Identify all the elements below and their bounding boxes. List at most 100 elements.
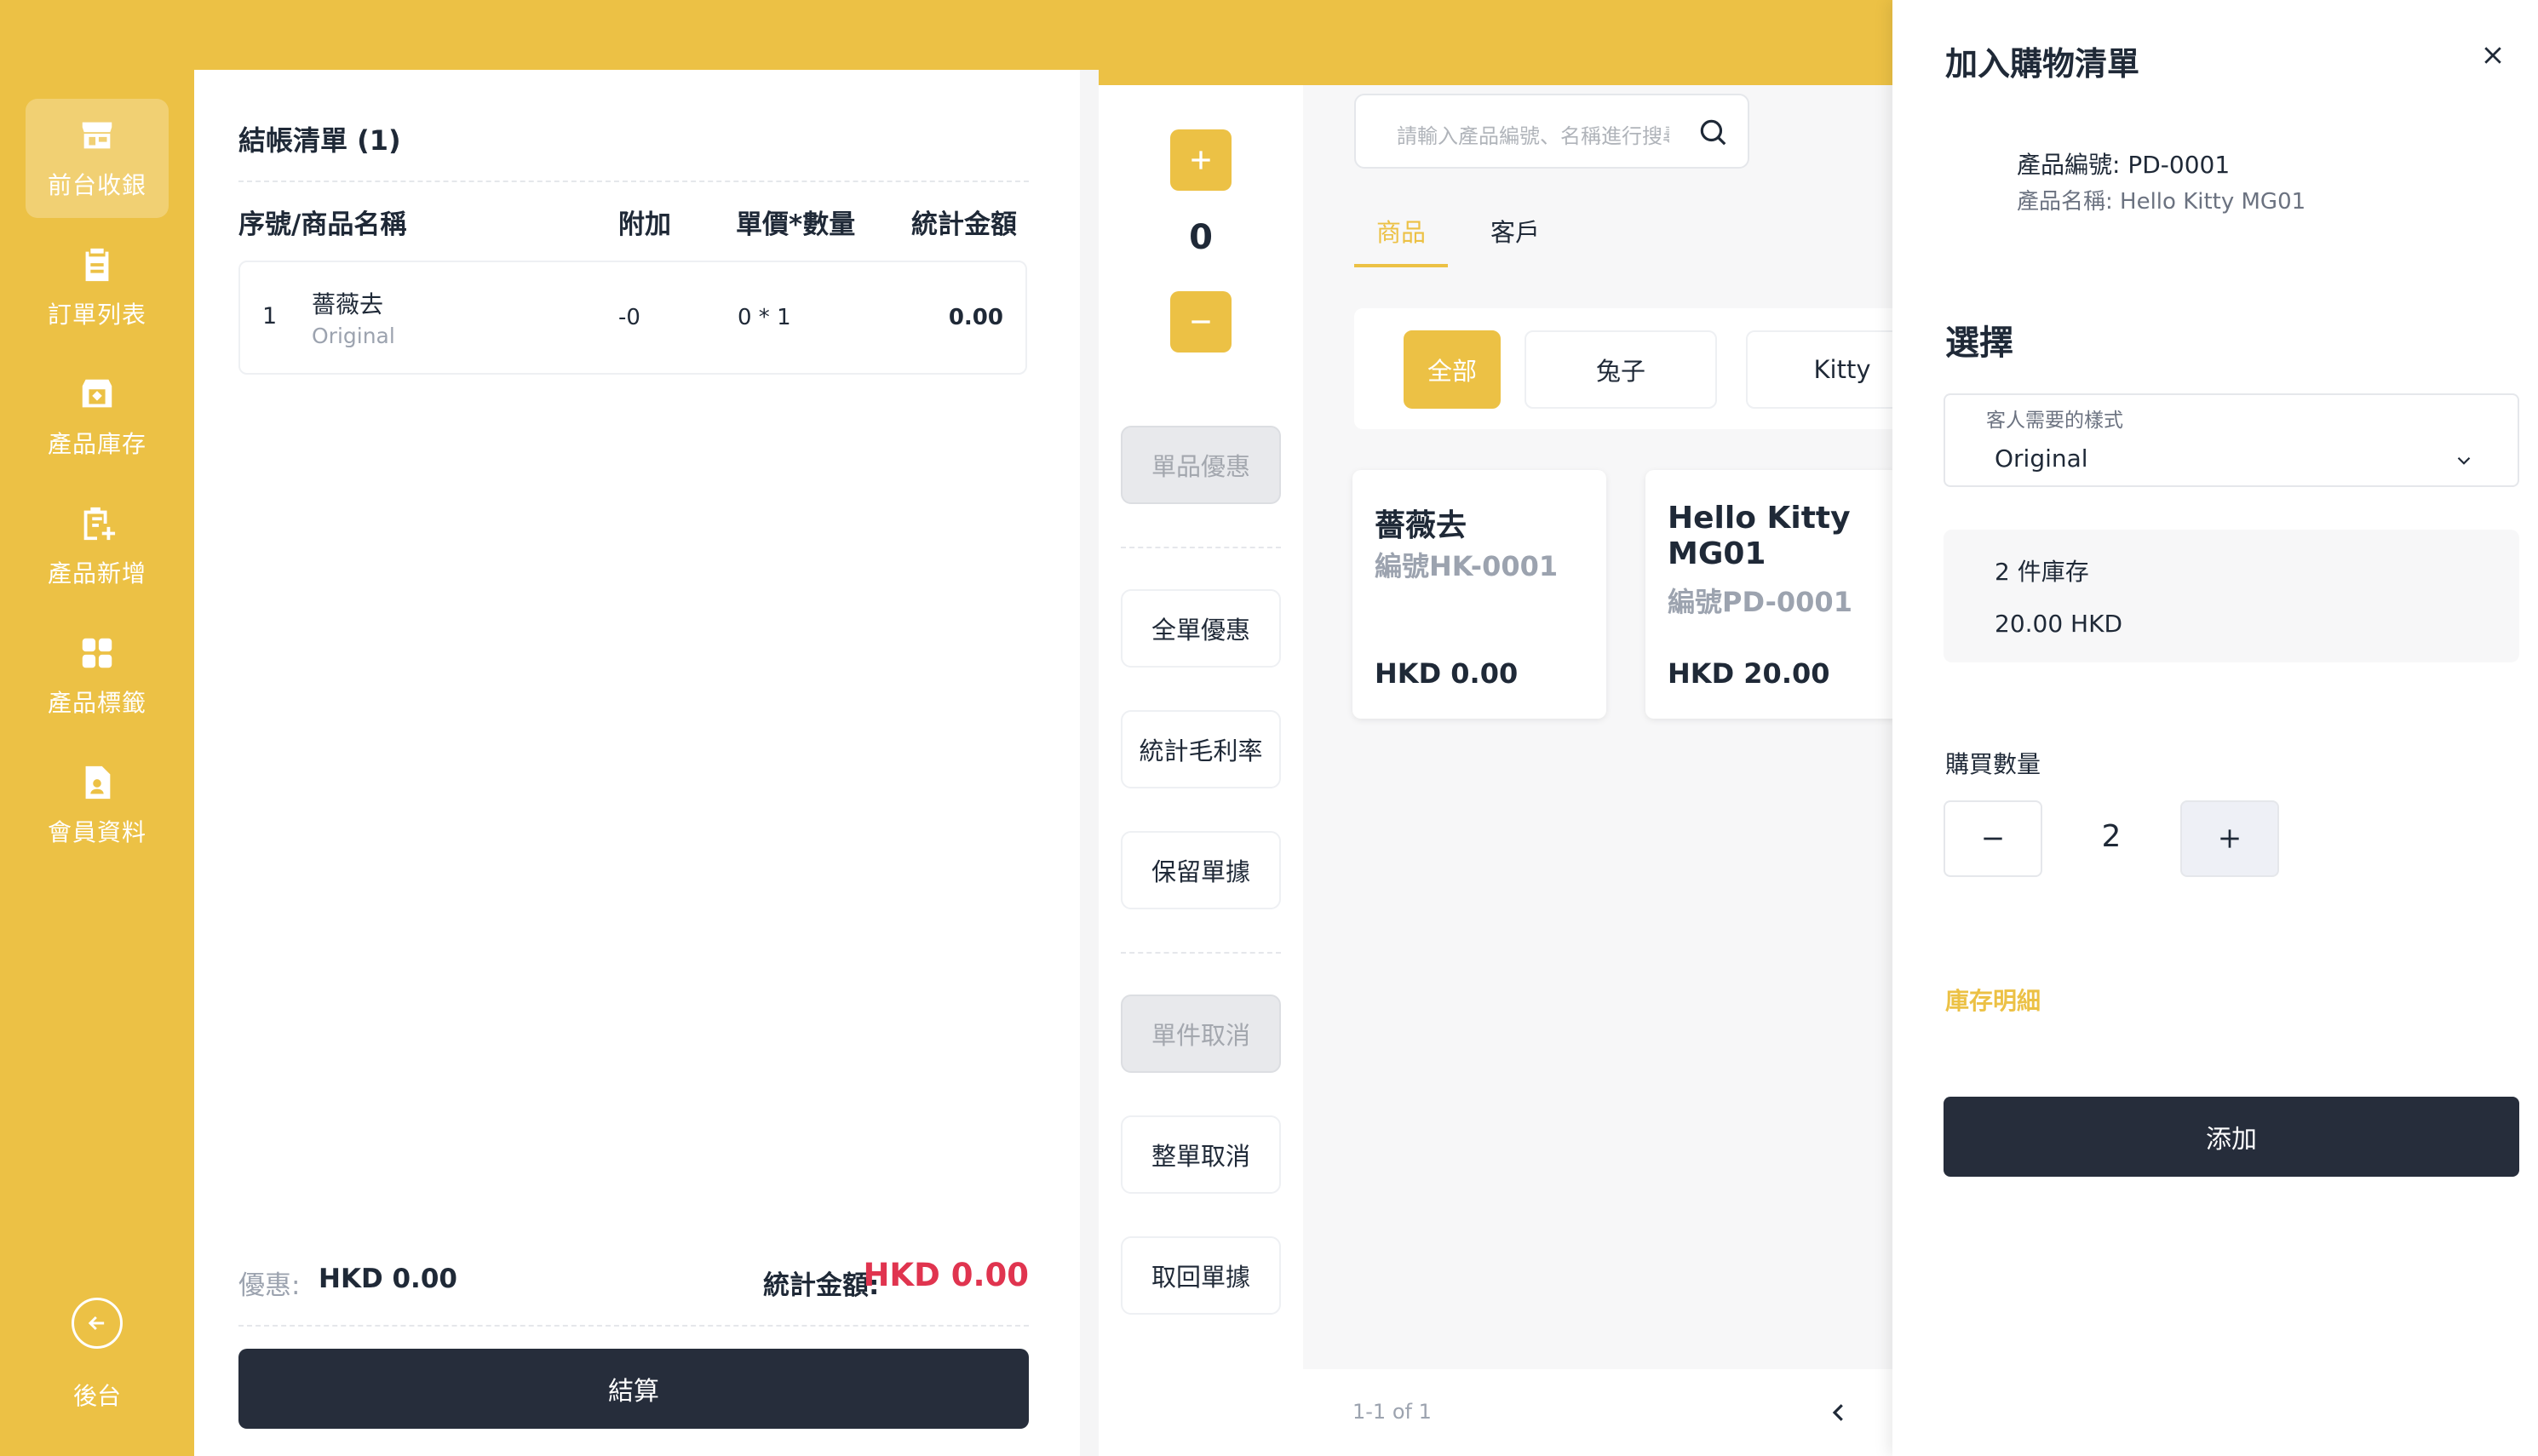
inventory-box-icon: [82, 379, 112, 408]
pagination-info: 1-1 of 1: [1352, 1400, 1432, 1424]
product-name: 薔薇去: [1375, 508, 1467, 543]
divider: [238, 181, 1029, 182]
close-icon: [2484, 47, 2501, 64]
sum-label: 統計金額:: [763, 1270, 880, 1301]
minus-icon: [1191, 320, 1210, 324]
column-header-name: 序號/商品名稱: [238, 209, 407, 240]
stock-detail-link[interactable]: 庫存明細: [1945, 983, 2041, 1017]
tab-customers[interactable]: 客戶: [1490, 213, 1540, 249]
product-name: Hello Kitty MG01: [1668, 501, 1851, 571]
row-product-name: 薔薇去: [312, 290, 384, 318]
retrieve-order-button[interactable]: 取回單據: [1121, 1236, 1281, 1315]
category-rabbit[interactable]: 兔子: [1525, 330, 1717, 409]
row-total: 0.00: [948, 305, 1003, 330]
product-card[interactable]: 薔薇去 編號HK-0001 HKD 0.00: [1352, 470, 1606, 719]
action-column: 0 單品優惠 全單優惠 統計毛利率 保留單據 單件取消 整單取消 取回單據: [1099, 85, 1303, 1456]
search-icon[interactable]: [1697, 116, 1729, 148]
tab-products[interactable]: 商品: [1376, 213, 1426, 249]
minus-icon: [1984, 837, 2002, 840]
search-input[interactable]: 請輸入產品編號、名稱進行搜尋: [1397, 119, 1669, 149]
sidebar-item-label: 前台收銀: [47, 171, 146, 199]
member-file-icon: [85, 765, 111, 800]
hold-order-button[interactable]: 保留單據: [1121, 831, 1281, 909]
sidebar-item-add-product[interactable]: 產品新增: [26, 487, 169, 606]
checkout-button[interactable]: 結算: [238, 1349, 1029, 1429]
product-price: HKD 0.00: [1375, 657, 1519, 690]
divider: [1121, 952, 1281, 954]
discount-value: HKD 0.00: [319, 1264, 457, 1294]
search-box[interactable]: 請輸入產品編號、名稱進行搜尋: [1354, 94, 1749, 169]
close-button[interactable]: [2473, 36, 2512, 75]
pagination-bar: 1-1 of 1: [1303, 1369, 1899, 1456]
product-code: 編號HK-0001: [1375, 550, 1559, 582]
sidebar-item-orders[interactable]: 訂單列表: [26, 228, 169, 347]
chevron-down-icon: [2457, 456, 2471, 465]
sidebar-item-inventory[interactable]: 產品庫存: [26, 358, 169, 477]
table-row[interactable]: 1 薔薇去 Original -0 0 * 1 0.00: [238, 261, 1027, 375]
add-product-icon: [83, 507, 116, 541]
style-select-label: 客人需要的樣式: [1986, 410, 2123, 432]
products-panel: 請輸入產品編號、名稱進行搜尋 商品 客戶 全部 兔子 Kitty 薔薇去 編號H…: [1303, 85, 1938, 1456]
checkout-panel: 結帳清單 (1) 序號/商品名稱 附加 單價*數量 統計金額 1 薔薇去 Ori…: [194, 70, 1080, 1456]
back-label: 後台: [72, 1382, 121, 1410]
plus-icon: [2220, 829, 2239, 848]
decrease-button[interactable]: [1170, 291, 1232, 353]
checkout-title: 結帳清單 (1): [238, 124, 401, 157]
sum-value: HKD 0.00: [863, 1257, 1029, 1293]
unit-price: 20.00 HKD: [1995, 610, 2123, 638]
row-index: 1: [262, 303, 278, 330]
discount-label: 優惠:: [238, 1270, 301, 1301]
sidebar-item-label: 產品庫存: [47, 430, 146, 458]
tab-underline: [1354, 264, 1448, 267]
sidebar-item-pos[interactable]: 前台收銀: [26, 99, 169, 218]
divider: [1121, 547, 1281, 548]
store-icon: [82, 122, 112, 149]
product-card[interactable]: Hello Kitty MG01 編號PD-0001 HKD 20.00: [1645, 470, 1899, 719]
row-variant: Original: [312, 324, 395, 348]
panel-gap: [1080, 70, 1099, 1456]
quantity-value[interactable]: 2: [2042, 819, 2180, 854]
category-bar: 全部 兔子 Kitty: [1354, 308, 1938, 429]
sidebar-item-label: 會員資料: [47, 818, 146, 846]
back-circle-button[interactable]: [72, 1298, 123, 1349]
add-button[interactable]: 添加: [1944, 1097, 2519, 1177]
row-addon: -0: [618, 305, 640, 330]
cancel-order-button[interactable]: 整單取消: [1121, 1115, 1281, 1194]
sidebar-item-members[interactable]: 會員資料: [26, 746, 169, 865]
style-select[interactable]: 客人需要的樣式 Original: [1944, 393, 2519, 487]
row-price-qty: 0 * 1: [738, 305, 791, 330]
order-discount-button[interactable]: 全單優惠: [1121, 589, 1281, 668]
arrow-left-icon: [88, 1316, 105, 1331]
product-name-text: 產品名稱: Hello Kitty MG01: [2017, 189, 2306, 215]
quantity-increase-button[interactable]: [2180, 800, 2279, 877]
sidebar: 前台收銀 訂單列表 產品庫存 產品新增 產品標籤 會員資料 後台: [0, 70, 194, 1456]
quantity-label: 購買數量: [1945, 750, 2041, 778]
product-price: HKD 20.00: [1668, 657, 1830, 690]
cancel-item-button[interactable]: 單件取消: [1121, 995, 1281, 1073]
increase-button[interactable]: [1170, 129, 1232, 191]
sidebar-item-label: 產品標籤: [47, 689, 146, 717]
product-code-text: 產品編號: PD-0001: [2017, 151, 2231, 179]
quantity-decrease-button[interactable]: [1944, 800, 2042, 877]
divider: [238, 1325, 1029, 1327]
style-select-value: Original: [1995, 444, 2088, 473]
drawer-title: 加入購物清單: [1945, 45, 2140, 83]
gross-margin-button[interactable]: 統計毛利率: [1121, 710, 1281, 788]
sidebar-item-label: 訂單列表: [47, 301, 146, 329]
chevron-left-icon[interactable]: [1826, 1400, 1852, 1425]
select-heading: 選擇: [1945, 324, 2013, 363]
column-header-price-qty: 單價*數量: [736, 209, 856, 240]
stock-count: 2 件庫存: [1995, 558, 2089, 586]
single-discount-button[interactable]: 單品優惠: [1121, 426, 1281, 504]
column-header-total: 統計金額: [911, 209, 1017, 240]
counter-value: 0: [1189, 218, 1213, 257]
sidebar-item-tags[interactable]: 產品標籤: [26, 616, 169, 736]
sidebar-item-label: 產品新增: [47, 559, 146, 588]
plus-icon: [1191, 151, 1210, 169]
tags-grid-icon: [82, 638, 112, 668]
add-to-cart-drawer: 加入購物清單 產品編號: PD-0001 產品名稱: Hello Kitty M…: [1892, 0, 2538, 1456]
category-all[interactable]: 全部: [1404, 330, 1501, 409]
clipboard-icon: [85, 248, 109, 282]
stock-info-box: 2 件庫存 20.00 HKD: [1944, 530, 2519, 662]
column-header-addon: 附加: [618, 209, 671, 240]
